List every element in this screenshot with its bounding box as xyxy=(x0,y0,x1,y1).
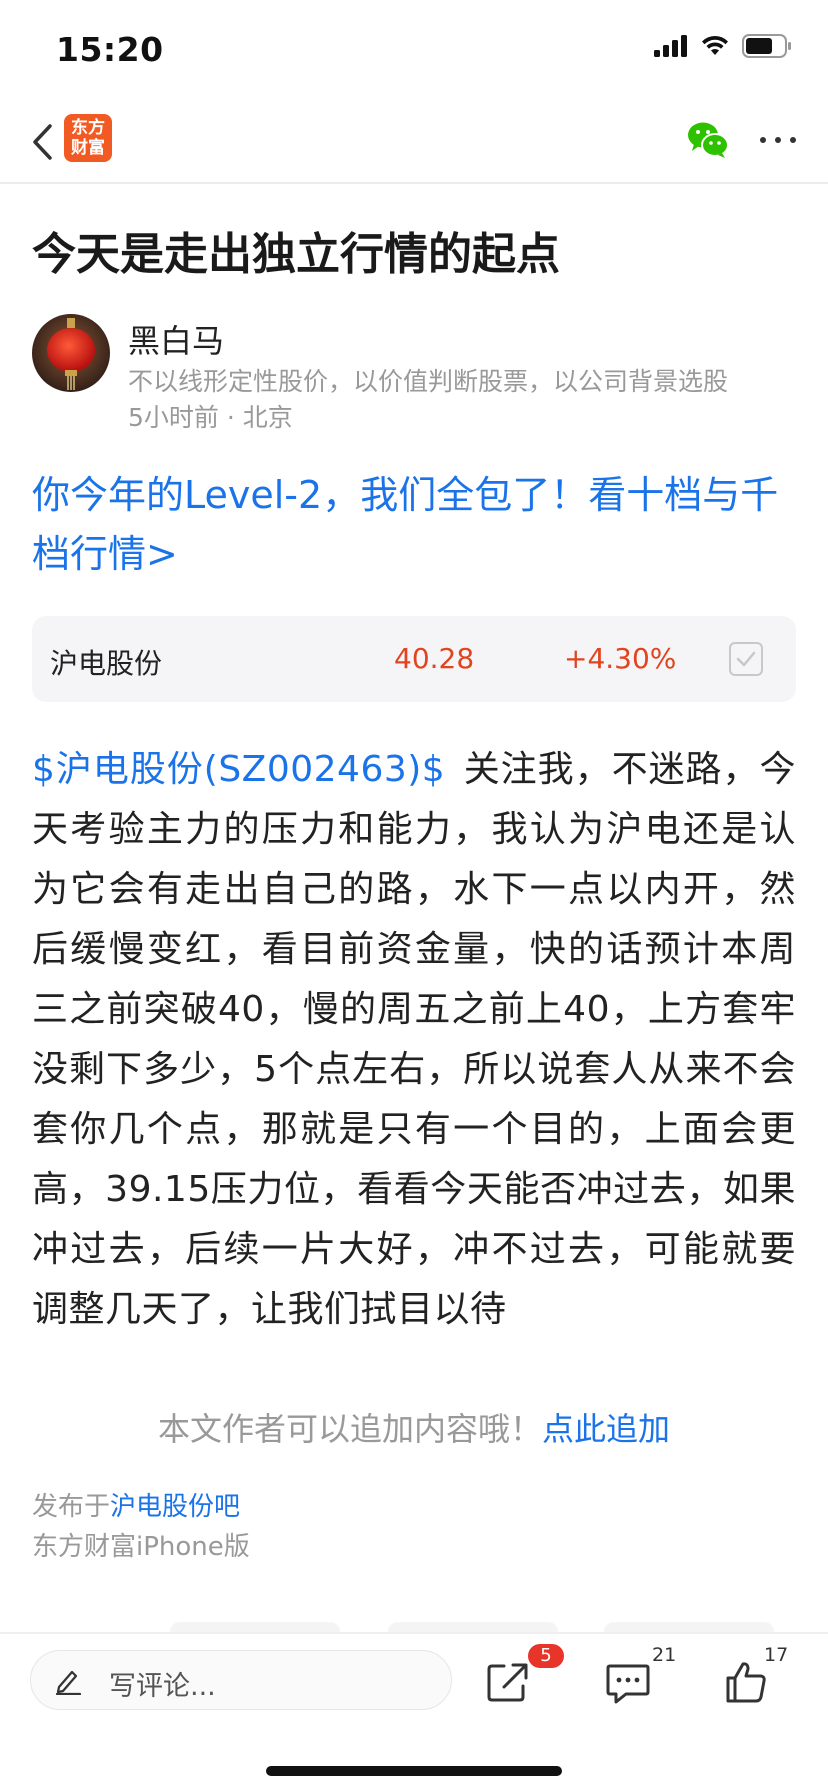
stock-tag-link[interactable]: $沪电股份(SZ002463)$ xyxy=(32,749,445,790)
app-logo[interactable]: 东方 财富 xyxy=(64,114,112,162)
comments-button[interactable] xyxy=(602,1656,654,1708)
comment-input[interactable]: 写评论... xyxy=(30,1650,452,1710)
article-title: 今天是走出独立行情的起点 xyxy=(32,229,560,280)
article-body: $沪电股份(SZ002463)$ 关注我，不迷路，今天考验主力的压力和能力，我认为… xyxy=(32,740,796,1340)
share-icon xyxy=(487,1663,528,1702)
stock-bar-link[interactable]: 沪电股份吧 xyxy=(110,1492,240,1522)
stock-price: 40.28 xyxy=(394,642,475,675)
status-time: 15:20 xyxy=(56,30,164,69)
lantern-avatar-image xyxy=(32,314,110,392)
stock-quote-card[interactable]: 沪电股份 40.28 +4.30% xyxy=(32,616,796,702)
checkmark-icon xyxy=(736,651,756,667)
author-bio: 不以线形定性股价，以价值判断股票，以公司背景选股 xyxy=(128,367,729,396)
nav-bar: 东方 财富 xyxy=(0,100,828,184)
back-button[interactable] xyxy=(22,118,62,166)
likes-count: 17 xyxy=(764,1644,789,1666)
hidden-content-edge xyxy=(604,1622,774,1632)
comment-icon xyxy=(606,1664,650,1704)
more-icon-dot xyxy=(775,137,781,143)
pencil-icon xyxy=(55,1670,82,1695)
append-content-link[interactable]: 点此追加 xyxy=(542,1410,670,1448)
battery-icon xyxy=(742,34,791,58)
client-info: 东方财富iPhone版 xyxy=(32,1532,250,1562)
add-watchlist-checkbox[interactable] xyxy=(729,642,763,676)
share-count-badge: 5 xyxy=(528,1644,564,1668)
back-icon xyxy=(33,124,52,160)
more-icon-dot xyxy=(760,137,766,143)
more-button[interactable] xyxy=(760,120,796,160)
author-name[interactable]: 黑白马 xyxy=(128,316,224,362)
published-in: 发布于沪电股份吧 xyxy=(32,1486,240,1523)
hidden-content-edge xyxy=(388,1622,558,1632)
status-bar: 15:20 xyxy=(0,0,828,100)
article-body-text: 关注我，不迷路，今天考验主力的压力和能力，我认为沪电还是认为它会有走出自己的路，… xyxy=(32,749,796,1330)
comments-count: 21 xyxy=(652,1644,677,1666)
hidden-content-edge xyxy=(170,1622,340,1632)
author-avatar[interactable] xyxy=(32,314,110,392)
append-hint-text: 本文作者可以追加内容哦！ xyxy=(157,1410,542,1448)
share-button[interactable] xyxy=(482,1656,534,1708)
more-icon-dot xyxy=(790,137,796,143)
append-content-hint: 本文作者可以追加内容哦！点此追加 xyxy=(0,1404,828,1450)
app-logo-text-bottom: 财富 xyxy=(71,138,105,158)
post-time-location: 5小时前 · 北京 xyxy=(128,403,293,432)
comment-placeholder: 写评论... xyxy=(109,1671,216,1702)
stock-change-percent: +4.30% xyxy=(564,642,677,675)
status-icons xyxy=(654,34,792,58)
level2-promo-link[interactable]: 你今年的Level-2，我们全包了！看十档与千档行情> xyxy=(32,466,792,584)
wifi-icon xyxy=(702,35,728,55)
cellular-signal-icon xyxy=(654,35,687,57)
published-prefix: 发布于 xyxy=(32,1492,111,1522)
wechat-icon xyxy=(688,122,729,158)
wechat-share-button[interactable] xyxy=(686,120,730,160)
home-indicator[interactable] xyxy=(266,1766,562,1776)
app-logo-text-top: 东方 xyxy=(71,118,105,138)
stock-name: 沪电股份 xyxy=(50,647,163,680)
